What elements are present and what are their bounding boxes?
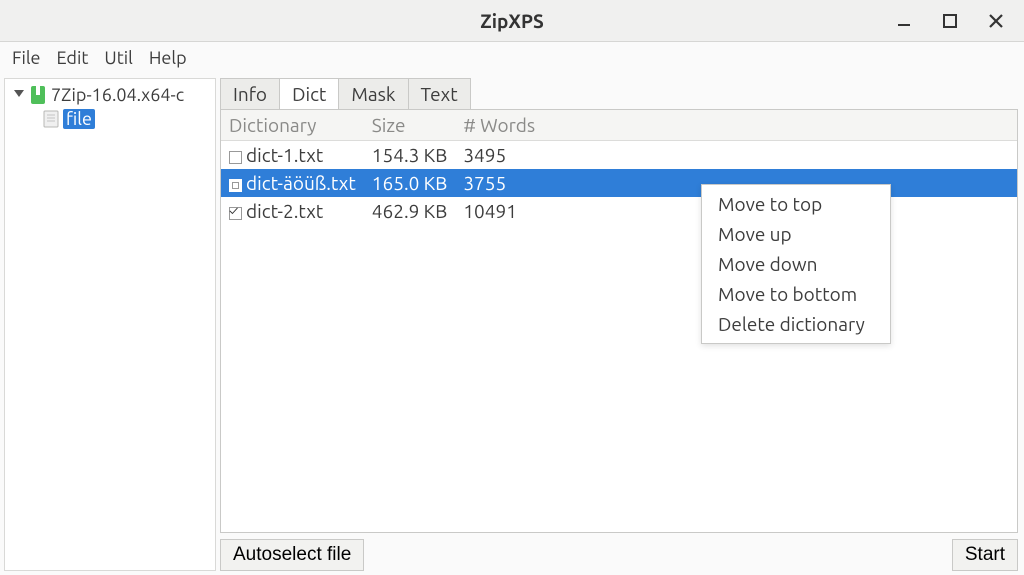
disclosure-triangle-icon[interactable]	[13, 90, 25, 100]
tab-mask[interactable]: Mask	[338, 78, 408, 110]
cell-name: dict-1.txt	[246, 144, 323, 166]
menu-edit[interactable]: Edit	[49, 44, 97, 72]
col-header-words[interactable]: # Words	[455, 110, 1017, 141]
archive-icon	[29, 85, 47, 105]
table-row[interactable]: dict-äöüß.txt 165.0 KB 3755	[221, 169, 1017, 197]
checkbox[interactable]	[229, 207, 242, 220]
menu-move-to-bottom[interactable]: Move to bottom	[702, 279, 890, 309]
menu-move-down[interactable]: Move down	[702, 249, 890, 279]
maximize-button[interactable]	[938, 9, 962, 33]
window-title: ZipXPS	[480, 10, 544, 32]
col-header-dictionary[interactable]: Dictionary	[221, 110, 364, 141]
menubar: File Edit Util Help	[0, 42, 1024, 74]
menu-help[interactable]: Help	[141, 44, 195, 72]
start-button[interactable]: Start	[952, 539, 1018, 571]
titlebar: ZipXPS	[0, 0, 1024, 42]
document-icon	[43, 110, 59, 128]
close-button[interactable]	[984, 9, 1008, 33]
checkbox[interactable]	[229, 151, 242, 164]
tree-item-label: file	[63, 109, 95, 129]
menu-file[interactable]: File	[4, 44, 49, 72]
col-header-size[interactable]: Size	[364, 110, 456, 141]
tree-root[interactable]: 7Zip-16.04.x64-c	[7, 83, 213, 107]
tab-info[interactable]: Info	[220, 78, 280, 110]
menu-delete-dictionary[interactable]: Delete dictionary	[702, 309, 890, 339]
cell-size: 462.9 KB	[364, 197, 456, 225]
tab-text[interactable]: Text	[408, 78, 471, 110]
cell-name: dict-äöüß.txt	[246, 172, 356, 194]
table-row[interactable]: dict-1.txt 154.3 KB 3495	[221, 141, 1017, 170]
minimize-button[interactable]	[892, 9, 916, 33]
context-menu: Move to top Move up Move down Move to bo…	[701, 184, 891, 344]
cell-size: 165.0 KB	[364, 169, 456, 197]
dictionary-table[interactable]: Dictionary Size # Words dict-1.txt 154.3…	[221, 110, 1017, 225]
bottom-bar: Autoselect file Start	[220, 533, 1018, 571]
autoselect-file-button[interactable]: Autoselect file	[220, 539, 364, 571]
tabstrip: Info Dict Mask Text	[220, 78, 1018, 110]
cell-name: dict-2.txt	[246, 200, 323, 222]
cell-words: 3495	[455, 141, 1017, 170]
menu-move-up[interactable]: Move up	[702, 219, 890, 249]
sidebar-tree[interactable]: 7Zip-16.04.x64-c file	[4, 78, 216, 571]
menu-move-to-top[interactable]: Move to top	[702, 189, 890, 219]
tree-root-label: 7Zip-16.04.x64-c	[51, 85, 184, 105]
window-controls	[892, 9, 1024, 33]
tree-item-file[interactable]: file	[7, 107, 213, 131]
table-row[interactable]: dict-2.txt 462.9 KB 10491	[221, 197, 1017, 225]
cell-size: 154.3 KB	[364, 141, 456, 170]
checkbox[interactable]	[229, 179, 242, 192]
main-panel: Info Dict Mask Text Dictionary Size # Wo…	[218, 74, 1024, 575]
tab-dict[interactable]: Dict	[279, 78, 339, 110]
menu-util[interactable]: Util	[96, 44, 140, 72]
dictionary-table-wrap: Dictionary Size # Words dict-1.txt 154.3…	[220, 109, 1018, 533]
